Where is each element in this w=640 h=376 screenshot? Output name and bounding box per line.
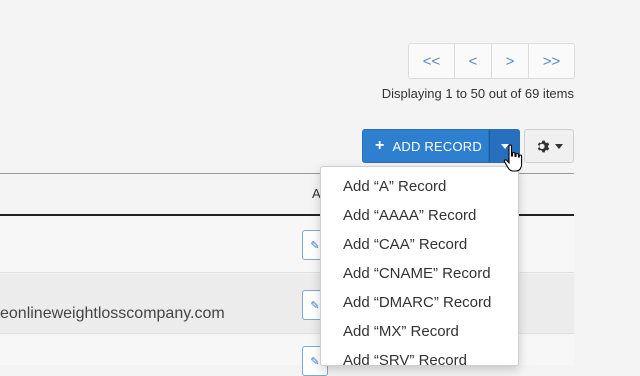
plus-icon: + [375, 137, 385, 154]
items-count-text: Displaying 1 to 50 out of 69 items [381, 86, 574, 101]
add-record-dropdown-menu: Add “A” Record Add “AAAA” Record Add “CA… [320, 166, 519, 366]
chevron-down-icon [554, 143, 563, 149]
menu-item-add-dmarc-record[interactable]: Add “DMARC” Record [321, 288, 518, 317]
menu-item-add-a-record[interactable]: Add “A” Record [321, 172, 518, 201]
first-page-button[interactable]: << [409, 44, 455, 78]
add-record-split-button: + ADD RECORD [362, 129, 520, 163]
add-record-button[interactable]: + ADD RECORD [362, 129, 489, 163]
add-record-label: ADD RECORD [392, 138, 482, 154]
previous-page-button[interactable]: < [455, 44, 492, 78]
hand-pointer-cursor-icon [503, 144, 523, 172]
menu-item-add-cname-record[interactable]: Add “CNAME” Record [321, 259, 518, 288]
settings-dropdown-button[interactable] [524, 129, 574, 163]
pencil-icon: ✎ [310, 355, 320, 368]
menu-item-add-srv-record[interactable]: Add “SRV” Record [321, 346, 518, 365]
last-page-button[interactable]: >> [529, 44, 574, 78]
next-page-button[interactable]: > [492, 44, 529, 78]
menu-item-add-aaaa-record[interactable]: Add “AAAA” Record [321, 201, 518, 230]
record-name-cell: eonlineweightlosscompany.com [0, 305, 225, 322]
pencil-icon: ✎ [310, 299, 320, 312]
pagination: << < > >> [408, 43, 575, 79]
menu-item-add-mx-record[interactable]: Add “MX” Record [321, 317, 518, 346]
pencil-icon: ✎ [310, 239, 320, 252]
gear-icon [537, 140, 549, 152]
menu-item-add-caa-record[interactable]: Add “CAA” Record [321, 230, 518, 259]
